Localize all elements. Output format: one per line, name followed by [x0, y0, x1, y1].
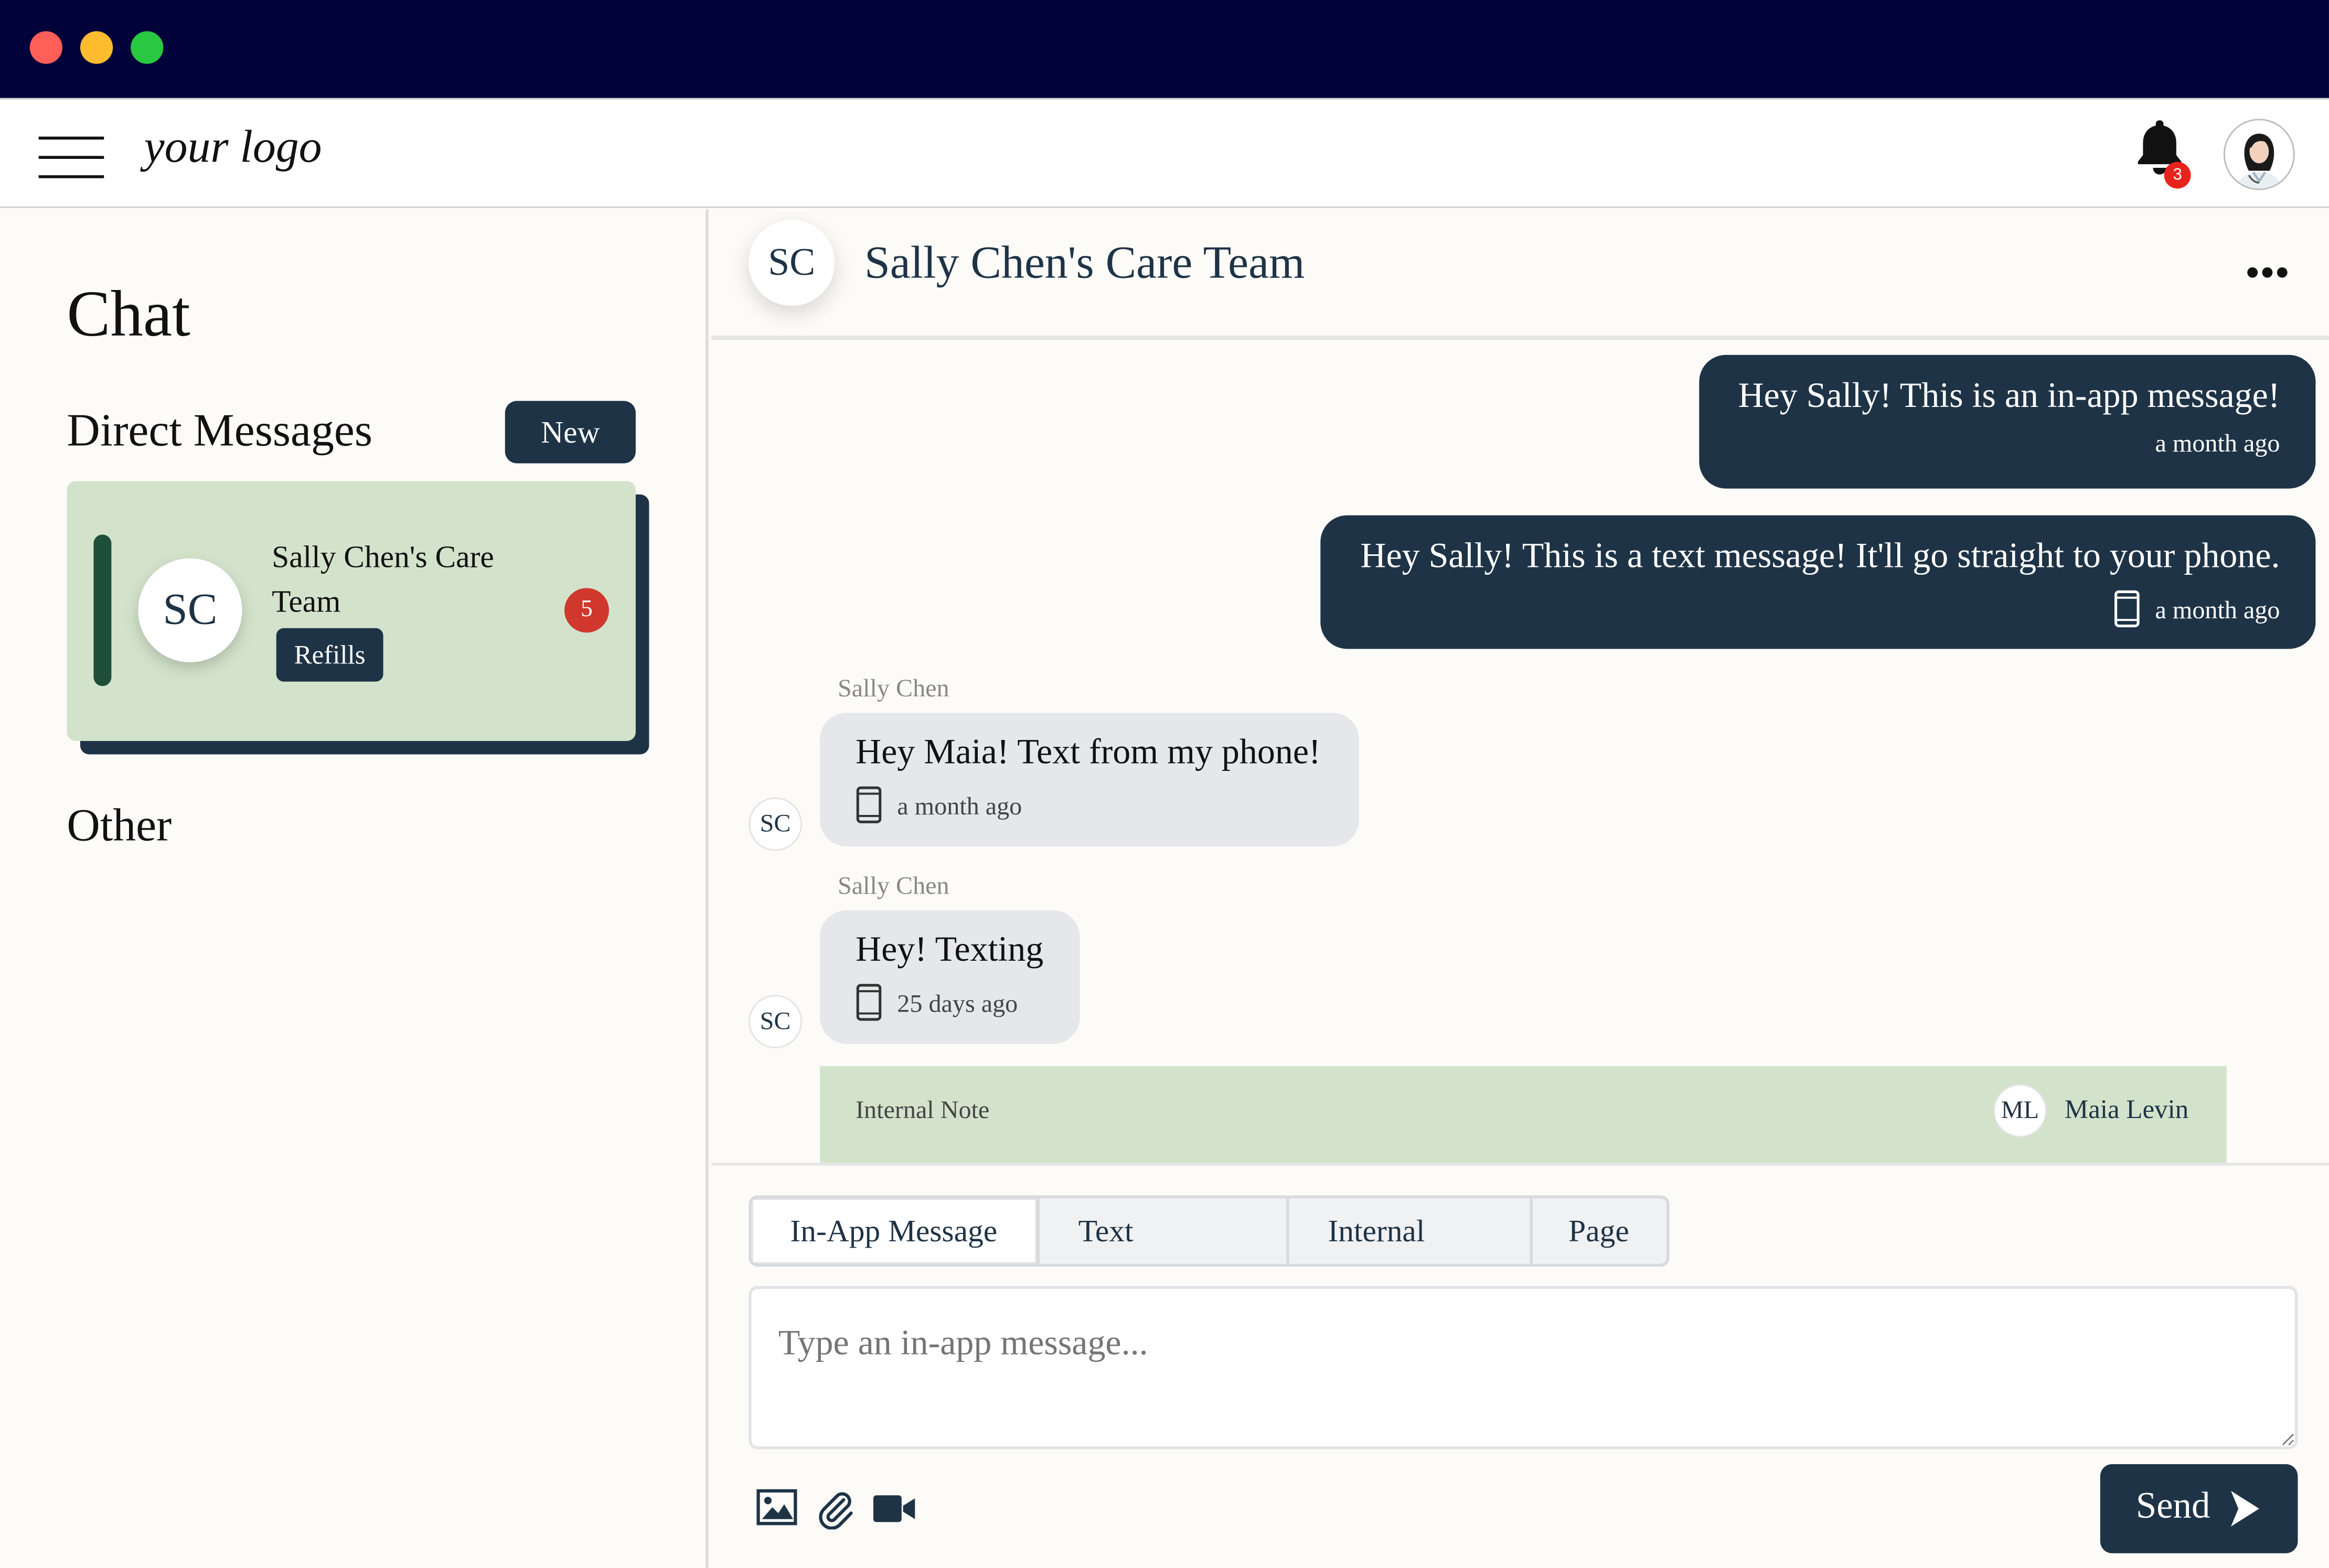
conversation-avatar: SC [138, 558, 242, 662]
video-icon[interactable] [872, 1491, 916, 1534]
top-navigation: your logo 3 [0, 98, 2329, 208]
internal-note-label: Internal Note [856, 1096, 990, 1124]
image-icon[interactable] [756, 1488, 797, 1534]
message-time: a month ago [897, 792, 1022, 821]
message-list[interactable]: Hey Sally! This is an in-app message! a … [711, 340, 2329, 1166]
send-label: Send [2135, 1486, 2210, 1527]
tab-in-app-message[interactable]: In-App Message [751, 1198, 1040, 1264]
message-type-tabs: In-App Message Text Message Internal Not… [749, 1195, 1670, 1267]
message-text: Hey Sally! This is an in-app message! [1738, 377, 2280, 416]
send-button[interactable]: Send [2100, 1464, 2298, 1553]
minimize-window-dot[interactable] [80, 31, 113, 64]
logo[interactable]: your logo [144, 120, 322, 174]
tab-page[interactable]: Page [1533, 1198, 1667, 1264]
maximize-window-dot[interactable] [131, 31, 164, 64]
chat-header-avatar: SC [749, 220, 835, 306]
chat-header: SC Sally Chen's Care Team [711, 209, 2329, 340]
incoming-message: Hey Maia! Text from my phone! a month ag… [820, 713, 1359, 847]
phone-icon [856, 786, 882, 832]
sender-name: Sally Chen [838, 674, 949, 703]
note-author-name: Maia Levin [2064, 1094, 2189, 1124]
page-title: Chat [67, 277, 190, 351]
tab-internal-note[interactable]: Internal Note [1289, 1198, 1533, 1264]
unread-count-badge: 5 [564, 588, 609, 633]
chat-title: Sally Chen's Care Team [864, 236, 1305, 288]
message-input[interactable] [749, 1286, 2298, 1449]
close-window-dot[interactable] [29, 31, 62, 64]
tab-text-message[interactable]: Text Message [1040, 1198, 1289, 1264]
active-indicator [93, 534, 112, 686]
hamburger-menu-icon[interactable] [38, 136, 104, 195]
message-time: 25 days ago [897, 989, 1018, 1018]
window-titlebar [0, 0, 2329, 98]
direct-messages-heading: Direct Messages [67, 404, 373, 456]
message-text: Hey Maia! Text from my phone! [856, 733, 1321, 772]
sender-name: Sally Chen [838, 872, 949, 900]
more-options-icon[interactable] [2247, 259, 2292, 285]
internal-note: Internal Note ML Maia Levin [820, 1066, 2227, 1163]
message-text: Hey! Texting [856, 931, 1044, 970]
incoming-message: Hey! Texting 25 days ago [820, 910, 1080, 1044]
outgoing-message: Hey Sally! This is an in-app message! a … [1699, 355, 2316, 489]
new-message-button[interactable]: New [505, 401, 636, 464]
phone-icon [856, 983, 882, 1029]
outgoing-message: Hey Sally! This is a text message! It'll… [1320, 515, 2316, 649]
user-avatar[interactable] [2223, 119, 2295, 190]
conversation-name: Sally Chen's Care Team [272, 539, 494, 619]
note-author-avatar: ML [1993, 1084, 2047, 1138]
notifications-button[interactable]: 3 [2133, 117, 2192, 189]
other-heading: Other [67, 799, 172, 851]
phone-icon [2113, 589, 2140, 636]
sender-avatar: SC [749, 995, 803, 1049]
message-text: Hey Sally! This is a text message! It'll… [1360, 538, 2280, 576]
chat-sidebar: Chat Direct Messages New SC Sally Chen's… [0, 209, 709, 1568]
doctor-portrait-icon [2237, 133, 2282, 189]
paperclip-icon[interactable] [814, 1488, 856, 1537]
message-time: a month ago [2155, 429, 2280, 458]
notification-count-badge: 3 [2164, 162, 2191, 189]
refills-tag[interactable]: Refills [276, 628, 383, 682]
conversation-item-sally-chen[interactable]: SC Sally Chen's Care Team Refills 5 [67, 481, 636, 741]
send-arrow-icon [2228, 1489, 2260, 1538]
message-time: a month ago [2155, 596, 2280, 625]
sender-avatar: SC [749, 797, 803, 851]
